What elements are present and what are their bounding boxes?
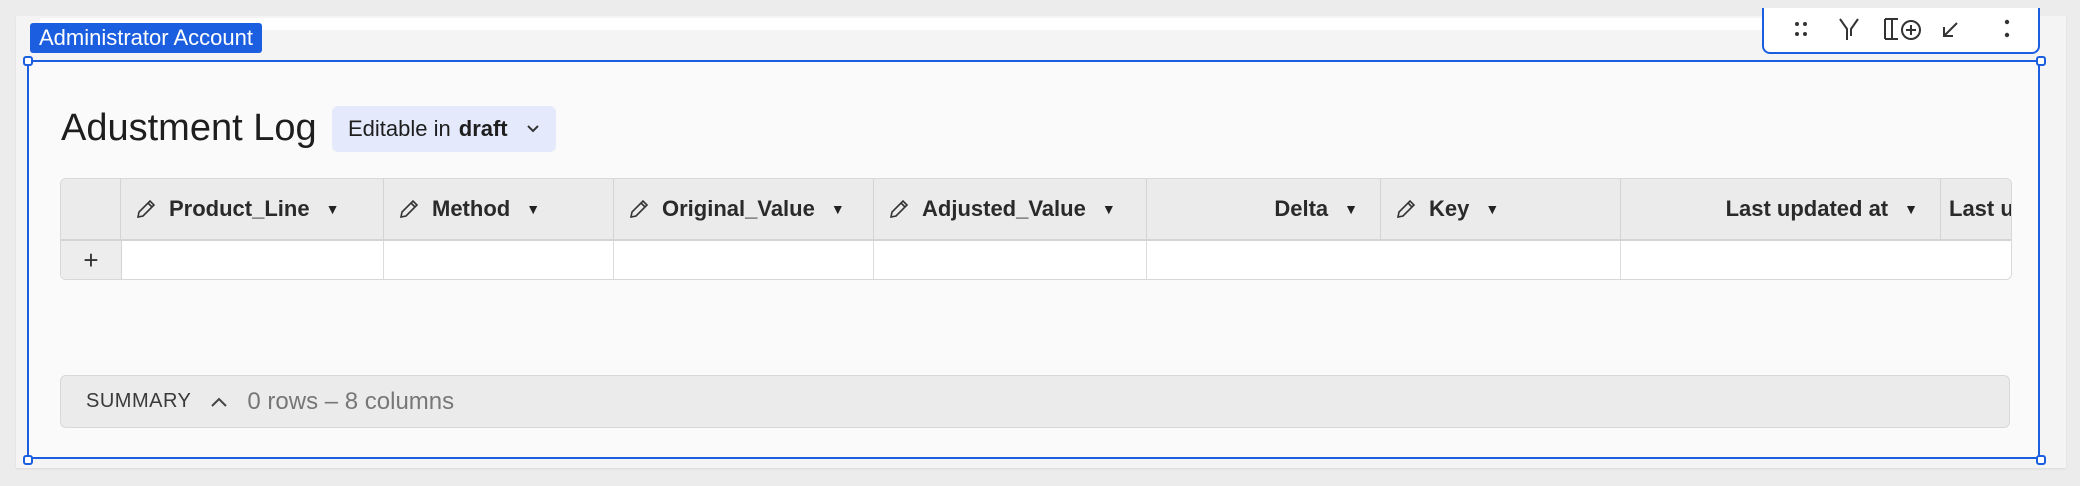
column-header-key[interactable]: Key ▼ bbox=[1381, 179, 1621, 239]
account-tag[interactable]: Administrator Account bbox=[30, 23, 262, 53]
resize-handle[interactable] bbox=[2036, 56, 2046, 66]
pencil-icon bbox=[889, 199, 909, 219]
column-header-delta[interactable]: Delta ▼ bbox=[1147, 179, 1381, 239]
top-strip bbox=[40, 18, 1780, 30]
pencil-icon bbox=[399, 199, 419, 219]
element-title[interactable]: Adustment Log bbox=[61, 104, 317, 152]
caret-down-icon[interactable]: ▼ bbox=[1904, 201, 1918, 217]
data-table: Product_Line ▼ Method ▼ Original_Value ▼… bbox=[60, 178, 2012, 280]
column-label: Product_Line bbox=[169, 196, 310, 221]
edit-mode-value: draft bbox=[458, 116, 508, 141]
filter-icon[interactable] bbox=[1832, 14, 1866, 44]
column-header-adjusted-value[interactable]: Adjusted_Value ▼ bbox=[874, 179, 1147, 239]
element-toolbar bbox=[1762, 8, 2040, 54]
column-header-original-value[interactable]: Original_Value ▼ bbox=[614, 179, 874, 239]
row-index-header bbox=[61, 179, 121, 239]
add-column-icon[interactable] bbox=[1880, 14, 1926, 44]
add-row-button[interactable]: + bbox=[61, 241, 122, 279]
column-header-last-updated-by[interactable]: Last u bbox=[1941, 179, 2012, 239]
caret-down-icon[interactable]: ▼ bbox=[526, 201, 540, 217]
column-header-product-line[interactable]: Product_Line ▼ bbox=[121, 179, 384, 239]
more-options-icon[interactable] bbox=[1990, 14, 2024, 44]
pencil-icon bbox=[136, 199, 156, 219]
caret-down-icon[interactable]: ▼ bbox=[1102, 201, 1116, 217]
caret-down-icon[interactable]: ▼ bbox=[1344, 201, 1358, 217]
chevron-up-icon[interactable] bbox=[209, 395, 229, 409]
caret-down-icon[interactable]: ▼ bbox=[1485, 201, 1499, 217]
column-label: Delta bbox=[1274, 196, 1329, 221]
caret-down-icon[interactable]: ▼ bbox=[831, 201, 845, 217]
table-cell[interactable] bbox=[874, 241, 1147, 279]
resize-handle[interactable] bbox=[23, 56, 33, 66]
column-label: Original_Value bbox=[662, 196, 815, 221]
column-label: Last u bbox=[1949, 196, 2012, 221]
column-label: Last updated at bbox=[1725, 196, 1889, 221]
table-header-row: Product_Line ▼ Method ▼ Original_Value ▼… bbox=[61, 179, 2011, 241]
table-cell[interactable] bbox=[384, 241, 614, 279]
column-label: Adjusted_Value bbox=[922, 196, 1086, 221]
column-label: Method bbox=[432, 196, 511, 221]
table-row: + bbox=[61, 241, 2011, 279]
table-cell[interactable] bbox=[1147, 241, 1621, 279]
pencil-icon bbox=[1396, 199, 1416, 219]
summary-count: 0 rows – 8 columns bbox=[247, 387, 455, 415]
column-label: Key bbox=[1429, 196, 1470, 221]
edit-mode-dropdown[interactable]: Editable in draft bbox=[332, 106, 556, 152]
edit-mode-prefix: Editable in bbox=[348, 116, 451, 141]
summary-bar: SUMMARY 0 rows – 8 columns bbox=[60, 375, 2010, 428]
column-header-last-updated-at[interactable]: Last updated at ▼ bbox=[1621, 179, 1941, 239]
resize-handle[interactable] bbox=[2036, 455, 2046, 465]
caret-down-icon[interactable]: ▼ bbox=[326, 201, 340, 217]
table-cell[interactable] bbox=[1621, 241, 2011, 279]
summary-label: SUMMARY bbox=[86, 390, 192, 412]
pencil-icon bbox=[629, 199, 649, 219]
table-cell[interactable] bbox=[121, 241, 384, 279]
chevron-down-icon bbox=[526, 124, 540, 134]
resize-handle[interactable] bbox=[23, 455, 33, 465]
collapse-icon[interactable] bbox=[1934, 14, 1968, 44]
column-header-method[interactable]: Method ▼ bbox=[384, 179, 614, 239]
drag-handle-icon[interactable] bbox=[1784, 14, 1818, 44]
table-cell[interactable] bbox=[614, 241, 874, 279]
